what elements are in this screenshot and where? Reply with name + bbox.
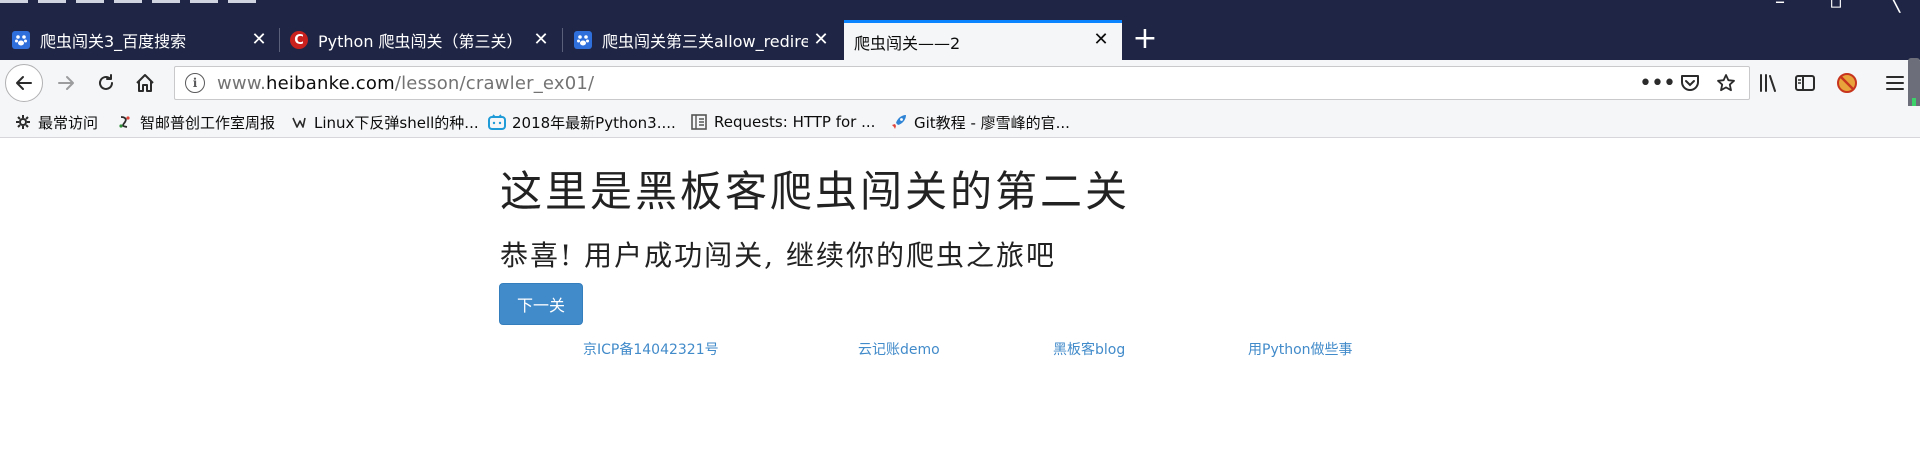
new-tab-button[interactable]: +: [1132, 24, 1158, 54]
bookmark-most-visited[interactable]: 最常访问: [14, 110, 98, 134]
navigation-toolbar: i www.heibanke.com/lesson/crawler_ex01/ …: [0, 60, 1920, 106]
tab-title: 爬虫闯关3_百度搜索: [40, 32, 187, 51]
baidu-paw-icon: [12, 31, 30, 49]
forward-button[interactable]: [47, 64, 85, 102]
tab-title: Python 爬虫闯关（第三关） -: [318, 32, 524, 51]
window-close-icon[interactable]: ╲: [1884, 0, 1904, 11]
bookmark-requests[interactable]: Requests: HTTP for ...: [690, 110, 875, 134]
bookmark-favicon: [116, 113, 134, 131]
back-button[interactable]: [5, 64, 43, 102]
tab-title: 爬虫闯关第三关allow_redirect: [602, 32, 808, 51]
tab-separator: [279, 28, 280, 52]
bookmark-label: Git教程 - 廖雪峰的官...: [914, 113, 1070, 132]
bilibili-icon: [488, 113, 506, 131]
footer-link-blog[interactable]: 黑板客blog: [1053, 339, 1125, 359]
page-actions: •••: [1639, 67, 1739, 99]
site-info-icon[interactable]: i: [185, 73, 205, 93]
next-level-button[interactable]: 下一关: [499, 283, 583, 325]
tab-3[interactable]: 爬虫闯关第三关allow_redirect ✕: [566, 20, 844, 60]
url-bar[interactable]: i www.heibanke.com/lesson/crawler_ex01/ …: [174, 66, 1750, 100]
url-text[interactable]: www.heibanke.com/lesson/crawler_ex01/: [217, 73, 594, 94]
reload-icon: [99, 74, 113, 90]
bookmark-git-tutorial[interactable]: Git教程 - 廖雪峰的官...: [890, 110, 1070, 134]
bookmark-zhiyou[interactable]: 智邮普创工作室周报: [116, 110, 275, 134]
sidebar-icon[interactable]: [1792, 70, 1818, 96]
footer-link-accounting-demo[interactable]: 云记账demo: [858, 339, 940, 359]
tab-1[interactable]: 爬虫闯关3_百度搜索 ✕: [0, 20, 276, 60]
url-host: heibanke.com: [266, 72, 395, 94]
bookmark-python3[interactable]: 2018年最新Python3....: [488, 110, 676, 134]
close-icon[interactable]: ✕: [248, 29, 270, 51]
tabstrip-top-edge: [0, 0, 480, 4]
footer-link-icp[interactable]: 京ICP备14042321号: [583, 339, 719, 359]
bookmarks-toolbar: 最常访问 智邮普创工作室周报 Linux下反弹shell的种... 2018年最…: [0, 106, 1920, 138]
close-icon[interactable]: ✕: [530, 29, 552, 51]
bookmark-star-icon[interactable]: [1713, 73, 1739, 93]
extension-blocker-icon[interactable]: [1834, 70, 1860, 96]
bookmark-linux-shell[interactable]: Linux下反弹shell的种...: [290, 110, 479, 134]
bookmark-label: 2018年最新Python3....: [512, 113, 676, 132]
minimize-icon[interactable]: –: [1770, 0, 1790, 11]
tab-strip: 爬虫闯关3_百度搜索 ✕ C Python 爬虫闯关（第三关） - ✕ 爬虫闯关…: [0, 0, 1920, 60]
tab-title: 爬虫闯关——2: [854, 33, 961, 53]
bookmark-favicon: [290, 113, 308, 131]
bookmark-label: Requests: HTTP for ...: [714, 113, 876, 131]
baidu-paw-icon: [574, 31, 592, 49]
url-prefix: www.: [217, 72, 267, 94]
bookmark-label: 智邮普创工作室周报: [140, 113, 276, 132]
more-actions-icon[interactable]: •••: [1639, 71, 1676, 96]
tab-active[interactable]: 爬虫闯关——2 ✕: [844, 20, 1122, 60]
forward-arrow-icon: [58, 76, 74, 90]
menu-icon[interactable]: [1882, 70, 1908, 96]
back-arrow-icon: [5, 64, 43, 102]
close-icon[interactable]: ✕: [810, 29, 832, 51]
home-button[interactable]: [126, 64, 164, 102]
page-title: 这里是黑板客爬虫闯关的第二关: [500, 167, 1131, 216]
restore-icon[interactable]: ▫: [1826, 0, 1846, 11]
page-subtitle: 恭喜! 用户成功闯关, 继续你的爬虫之旅吧: [500, 239, 1056, 272]
library-icon[interactable]: [1756, 70, 1782, 96]
url-path: /lesson/crawler_ex01/: [394, 72, 595, 94]
gear-icon: [14, 113, 32, 131]
tab-separator: [562, 28, 563, 52]
bookmark-label: Linux下反弹shell的种...: [314, 113, 479, 132]
tab-2[interactable]: C Python 爬虫闯关（第三关） - ✕: [282, 20, 560, 60]
reload-button[interactable]: [87, 64, 125, 102]
document-icon: [690, 113, 708, 131]
csdn-icon: C: [290, 31, 308, 49]
home-icon: [136, 74, 154, 92]
pocket-icon[interactable]: [1677, 74, 1703, 92]
bookmark-label: 最常访问: [38, 113, 99, 132]
close-icon[interactable]: ✕: [1090, 29, 1112, 51]
footer-link-python-things[interactable]: 用Python做些事: [1248, 339, 1353, 359]
rocket-icon: [890, 113, 908, 131]
